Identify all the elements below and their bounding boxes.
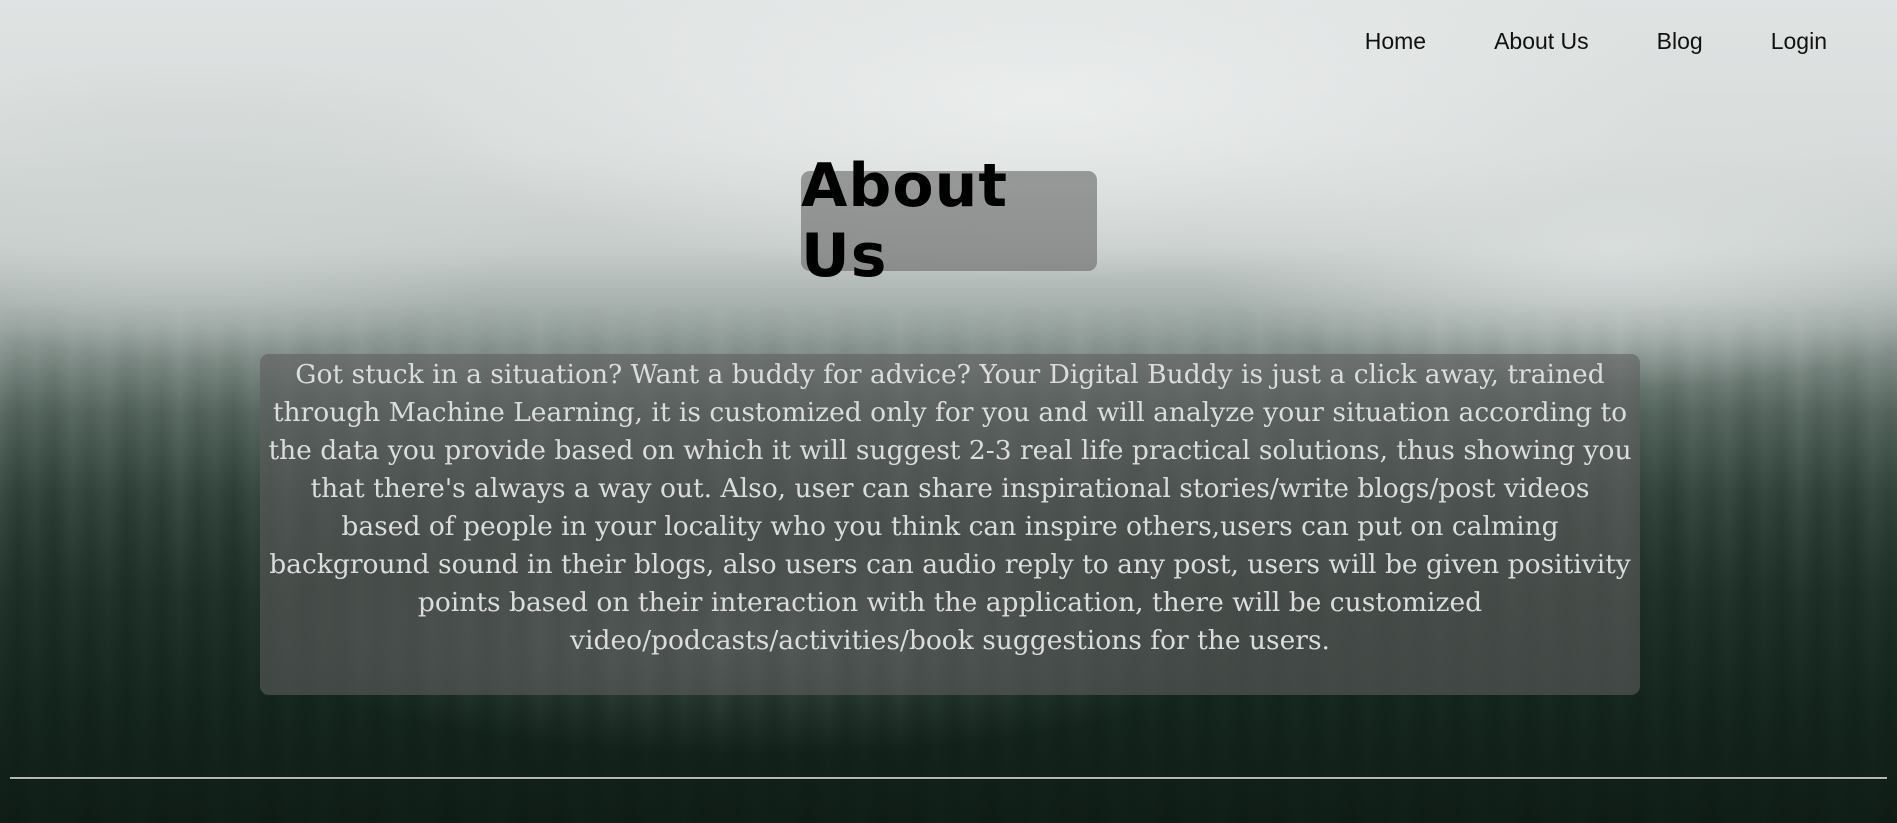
footer-divider [10,777,1887,779]
about-description-box: Got stuck in a situation? Want a buddy f… [260,354,1640,695]
about-description-text: Got stuck in a situation? Want a buddy f… [268,359,1632,656]
nav-link-login[interactable]: Login [1771,24,1827,58]
nav-link-blog[interactable]: Blog [1657,24,1703,58]
nav-link-home[interactable]: Home [1365,24,1426,58]
nav-link-about-us[interactable]: About Us [1494,24,1589,58]
page-title: About Us [801,151,1009,291]
top-navigation: Home About Us Blog Login [1297,24,1827,58]
page-title-box: About Us [801,151,1097,291]
